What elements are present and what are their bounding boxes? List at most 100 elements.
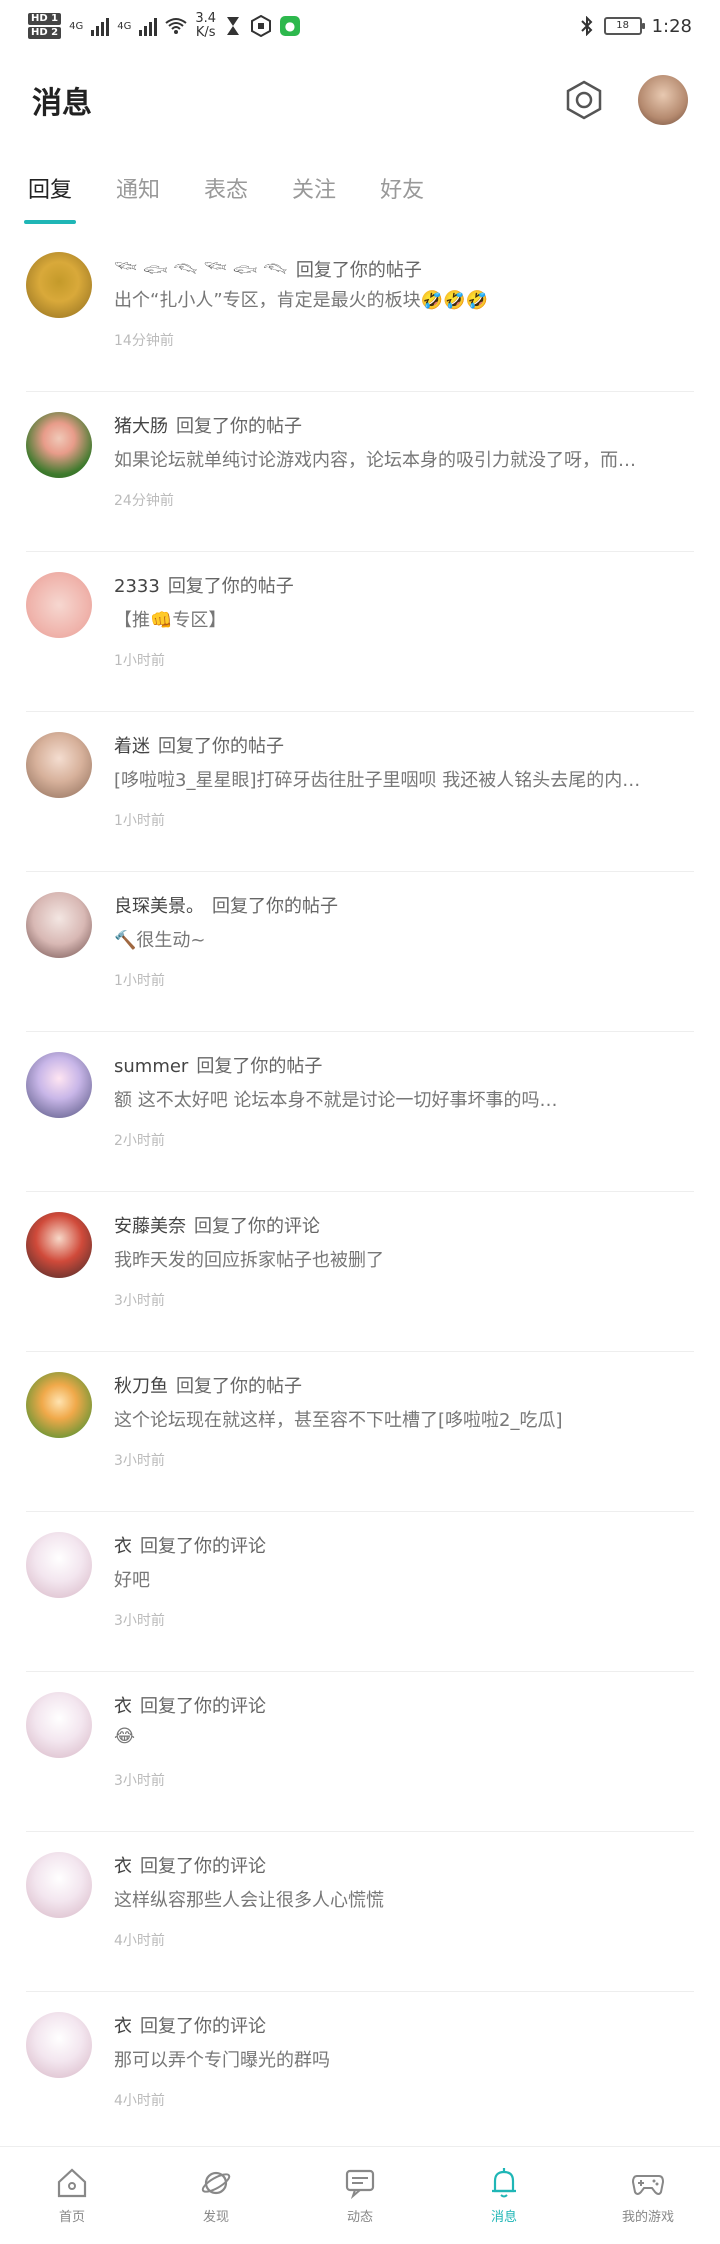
- list-item[interactable]: 着迷 回复了你的帖子 [哆啦啦3_星星眼]打碎牙齿往肚子里咽呗 我还被人铭头去尾的…: [26, 712, 694, 872]
- item-action: 回复了你的帖子: [295, 260, 422, 281]
- item-time: 4小时前: [114, 1933, 165, 1949]
- item-username[interactable]: 衣: [114, 1536, 132, 1557]
- item-header: 安藤美奈 回复了你的评论: [114, 1212, 320, 1238]
- bottom-nav: 首页 发现 动态 消息 我的游戏: [0, 2146, 720, 2244]
- chat-app-icon: ●: [280, 16, 301, 36]
- list-item[interactable]: 𓆝 𓆟 𓆞 𓆝 𓆟 𓆞 回复了你的帖子 出个“扎小人”专区，肯定是最火的板块🤣🤣🤣…: [26, 232, 694, 392]
- net-speed-unit: K/s: [195, 25, 216, 40]
- item-username[interactable]: 2333: [114, 576, 160, 597]
- item-header: 秋刀鱼 回复了你的帖子: [114, 1372, 302, 1398]
- item-content: 这个论坛现在就这样，甚至容不下吐槽了[哆啦啦2_吃瓜]: [114, 1410, 563, 1431]
- avatar[interactable]: [26, 1212, 92, 1278]
- nav-my-games[interactable]: 我的游戏: [576, 2147, 720, 2244]
- chat-icon: [345, 2169, 375, 2200]
- nav-my-games-label: 我的游戏: [621, 2210, 674, 2225]
- avatar[interactable]: [26, 1852, 92, 1918]
- item-username[interactable]: 衣: [114, 1696, 132, 1717]
- item-content: 【推👊专区】: [114, 610, 227, 631]
- hexagon-icon: [251, 15, 272, 37]
- avatar[interactable]: [26, 1532, 92, 1598]
- nav-discover[interactable]: 发现: [144, 2147, 288, 2244]
- item-header: summer 回复了你的帖子: [114, 1052, 322, 1078]
- tab-reactions[interactable]: 表态: [200, 160, 252, 230]
- item-content: 好吧: [114, 1570, 150, 1591]
- list-item[interactable]: summer 回复了你的帖子 额 这不太好吧 论坛本身不就是讨论一切好事坏事的吗……: [26, 1032, 694, 1192]
- nav-feed-label: 动态: [346, 2210, 373, 2225]
- item-action: 回复了你的帖子: [158, 736, 284, 757]
- avatar[interactable]: [26, 1052, 92, 1118]
- item-header: 衣回复了你的评论: [114, 1532, 266, 1558]
- item-header: 2333 回复了你的帖子: [114, 572, 294, 598]
- item-username[interactable]: 猪大肠: [114, 416, 168, 437]
- my-avatar[interactable]: [638, 75, 688, 125]
- item-action: 回复了你的评论: [140, 2016, 266, 2037]
- item-time: 1小时前: [114, 653, 165, 669]
- avatar[interactable]: [26, 1372, 92, 1438]
- item-username[interactable]: 良琛美景。: [114, 896, 204, 917]
- item-time: 3小时前: [114, 1293, 165, 1309]
- list-item[interactable]: 猪大肠 回复了你的帖子 如果论坛就单纯讨论游戏内容，论坛本身的吸引力就没了呀，而……: [26, 392, 694, 552]
- battery-icon: 18: [603, 17, 645, 35]
- item-content: 额 这不太好吧 论坛本身不就是讨论一切好事坏事的吗…: [114, 1090, 558, 1111]
- item-header: 𓆝 𓆟 𓆞 𓆝 𓆟 𓆞 回复了你的帖子: [114, 252, 422, 282]
- nav-feed[interactable]: 动态: [288, 2147, 432, 2244]
- signal-icon: [139, 16, 158, 36]
- hd-indicators: HD 1 HD 2: [28, 13, 62, 39]
- tab-notifications[interactable]: 通知: [112, 160, 164, 230]
- nav-home[interactable]: 首页: [0, 2147, 144, 2244]
- avatar[interactable]: [26, 572, 92, 638]
- item-time: 4小时前: [114, 2093, 165, 2109]
- list-item[interactable]: 2333 回复了你的帖子 【推👊专区】 1小时前: [26, 552, 694, 712]
- avatar[interactable]: [26, 2012, 92, 2078]
- gamepad-icon: [631, 2175, 665, 2195]
- item-action: 回复了你的评论: [140, 1696, 266, 1717]
- item-action: 回复了你的帖子: [176, 1376, 302, 1397]
- wifi-icon: [165, 18, 187, 34]
- list-item[interactable]: 衣回复了你的评论 那可以弄个专门曝光的群吗 4小时前: [26, 1992, 694, 2152]
- avatar[interactable]: [26, 1692, 92, 1758]
- list-item[interactable]: 安藤美奈 回复了你的评论 我昨天发的回应拆家帖子也被删了 3小时前: [26, 1192, 694, 1352]
- nav-messages-label: 消息: [490, 2210, 517, 2225]
- item-username[interactable]: 安藤美奈: [114, 1216, 186, 1237]
- avatar[interactable]: [26, 732, 92, 798]
- list-item[interactable]: 良琛美景。 回复了你的帖子 🔨很生动~ 1小时前: [26, 872, 694, 1032]
- item-content: 这样纵容那些人会让很多人心慌慌: [114, 1890, 384, 1911]
- item-username[interactable]: 着迷: [114, 736, 150, 757]
- tab-friends[interactable]: 好友: [376, 160, 428, 230]
- avatar[interactable]: [26, 892, 92, 958]
- message-tabs: 回复 通知 表态 关注 好友: [0, 160, 720, 230]
- hourglass-icon: [227, 17, 240, 35]
- item-username[interactable]: 衣: [114, 2016, 132, 2037]
- item-content: 🔨很生动~: [114, 930, 206, 951]
- item-time: 1小时前: [114, 973, 165, 989]
- item-username[interactable]: 𓆝 𓆟 𓆞 𓆝 𓆟 𓆞: [114, 260, 288, 281]
- item-action: 回复了你的帖子: [176, 416, 302, 437]
- item-username[interactable]: summer: [114, 1056, 188, 1077]
- item-action: 回复了你的评论: [140, 1856, 266, 1877]
- avatar[interactable]: [26, 412, 92, 478]
- item-content: 我昨天发的回应拆家帖子也被删了: [114, 1250, 384, 1271]
- avatar[interactable]: [26, 252, 92, 318]
- item-header: 猪大肠 回复了你的帖子: [114, 412, 302, 438]
- nav-messages[interactable]: 消息: [432, 2147, 576, 2244]
- hd1-badge: HD 1: [28, 13, 62, 25]
- item-header: 良琛美景。 回复了你的帖子: [114, 892, 338, 918]
- header-actions: [564, 75, 688, 125]
- nav-home-label: 首页: [58, 2210, 85, 2225]
- item-time: 3小时前: [114, 1613, 165, 1629]
- list-item[interactable]: 秋刀鱼 回复了你的帖子 这个论坛现在就这样，甚至容不下吐槽了[哆啦啦2_吃瓜] 3…: [26, 1352, 694, 1512]
- item-username[interactable]: 秋刀鱼: [114, 1376, 168, 1397]
- bluetooth-icon: [580, 16, 592, 36]
- item-username[interactable]: 衣: [114, 1856, 132, 1877]
- list-item[interactable]: 衣回复了你的评论 好吧 3小时前: [26, 1512, 694, 1672]
- net-type-1: 4G: [69, 20, 84, 32]
- reply-list: 𓆝 𓆟 𓆞 𓆝 𓆟 𓆞 回复了你的帖子 出个“扎小人”专区，肯定是最火的板块🤣🤣🤣…: [0, 232, 720, 2152]
- tab-follows[interactable]: 关注: [288, 160, 340, 230]
- net-speed: 3.4 K/s: [195, 12, 216, 40]
- list-item[interactable]: 衣回复了你的评论 😂 3小时前: [26, 1672, 694, 1832]
- item-action: 回复了你的帖子: [196, 1056, 323, 1077]
- list-item[interactable]: 衣回复了你的评论 这样纵容那些人会让很多人心慌慌 4小时前: [26, 1832, 694, 1992]
- settings-icon[interactable]: [564, 80, 604, 120]
- tab-replies[interactable]: 回复: [24, 160, 77, 230]
- home-icon: [57, 2168, 87, 2198]
